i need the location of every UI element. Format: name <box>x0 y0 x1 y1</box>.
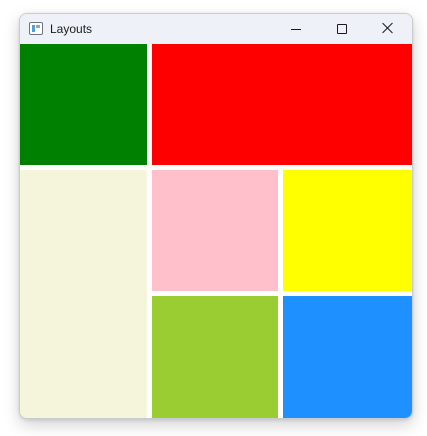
panel-yellow <box>283 170 412 291</box>
maximize-button[interactable] <box>319 14 365 44</box>
minimize-icon <box>291 29 301 30</box>
maximize-icon <box>337 24 347 34</box>
panel-pink <box>152 170 278 291</box>
app-window-icon <box>29 22 43 35</box>
panel-beige <box>20 170 147 418</box>
panel-yellowgreen <box>152 296 278 418</box>
close-icon <box>382 22 394 34</box>
panel-green <box>20 44 147 165</box>
panel-dodgerblue <box>283 296 412 418</box>
app-window: Layouts <box>19 13 413 419</box>
close-button[interactable] <box>365 14 411 44</box>
minimize-button[interactable] <box>273 14 319 44</box>
grid-layout <box>20 44 412 418</box>
title-bar[interactable]: Layouts <box>20 14 412 44</box>
window-title: Layouts <box>50 22 93 36</box>
panel-red <box>152 44 412 165</box>
